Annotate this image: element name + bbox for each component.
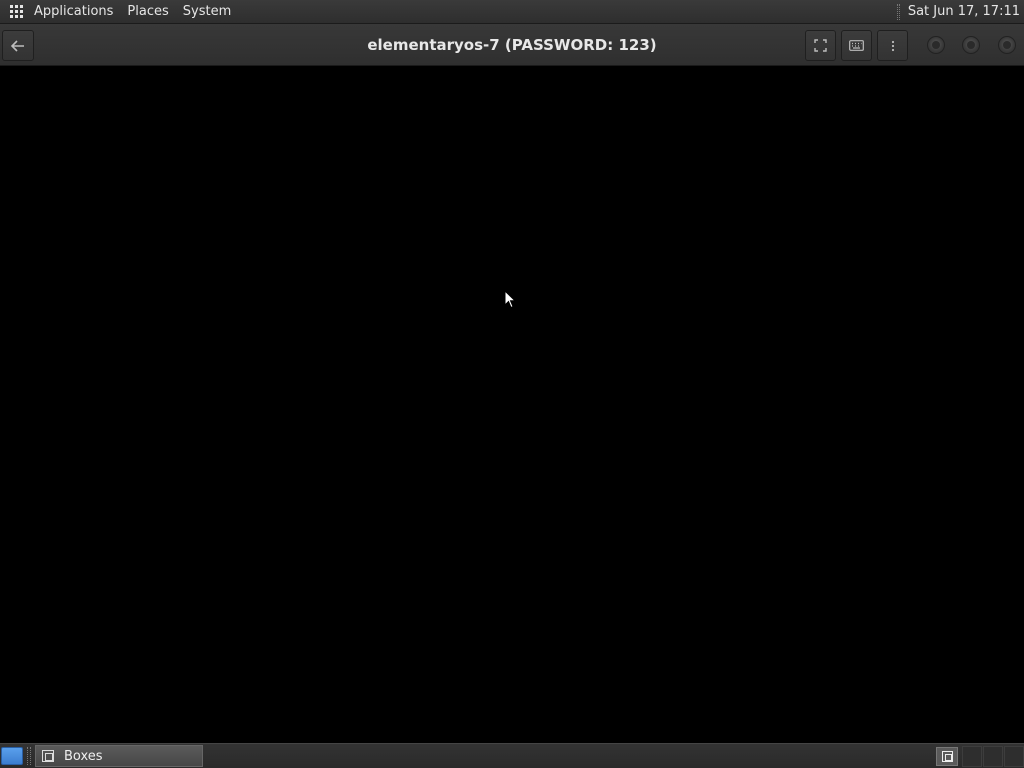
- workspace-3[interactable]: [1004, 746, 1024, 767]
- keyboard-icon: [849, 40, 864, 51]
- clock[interactable]: Sat Jun 17, 17:11: [908, 4, 1024, 19]
- fullscreen-icon: [814, 39, 827, 52]
- bottom-panel: Boxes: [0, 743, 1024, 768]
- show-desktop-button[interactable]: [1, 747, 23, 765]
- taskbar-item-boxes[interactable]: Boxes: [35, 745, 203, 767]
- boxes-tray-icon[interactable]: [936, 747, 958, 766]
- keyboard-button[interactable]: [841, 30, 872, 61]
- top-panel: Applications Places System Sat Jun 17, 1…: [0, 0, 1024, 24]
- workspace-1[interactable]: [962, 746, 982, 767]
- fullscreen-button[interactable]: [805, 30, 836, 61]
- close-icon[interactable]: [998, 36, 1016, 54]
- taskbar-item-label: Boxes: [64, 748, 103, 764]
- header-bar: elementaryos-7 (PASSWORD: 123): [0, 24, 1024, 66]
- vertical-ellipsis-icon: [891, 40, 894, 51]
- vm-display[interactable]: [0, 66, 1024, 743]
- workspace-2[interactable]: [983, 746, 1003, 767]
- minimize-icon[interactable]: [927, 36, 945, 54]
- applications-menu[interactable]: Applications: [27, 4, 120, 19]
- clock-area: Sat Jun 17, 17:11: [896, 0, 1024, 23]
- panel-handle[interactable]: [27, 747, 31, 765]
- maximize-icon[interactable]: [962, 36, 980, 54]
- back-arrow-icon: [11, 39, 24, 52]
- panel-handle[interactable]: [896, 3, 900, 20]
- system-menu[interactable]: System: [176, 4, 238, 19]
- boxes-app-icon: [42, 750, 54, 762]
- app-grid-icon[interactable]: [10, 4, 24, 19]
- mouse-pointer-icon: [504, 290, 516, 309]
- back-button[interactable]: [2, 30, 34, 61]
- menu-button[interactable]: [877, 30, 908, 61]
- places-menu[interactable]: Places: [120, 4, 175, 19]
